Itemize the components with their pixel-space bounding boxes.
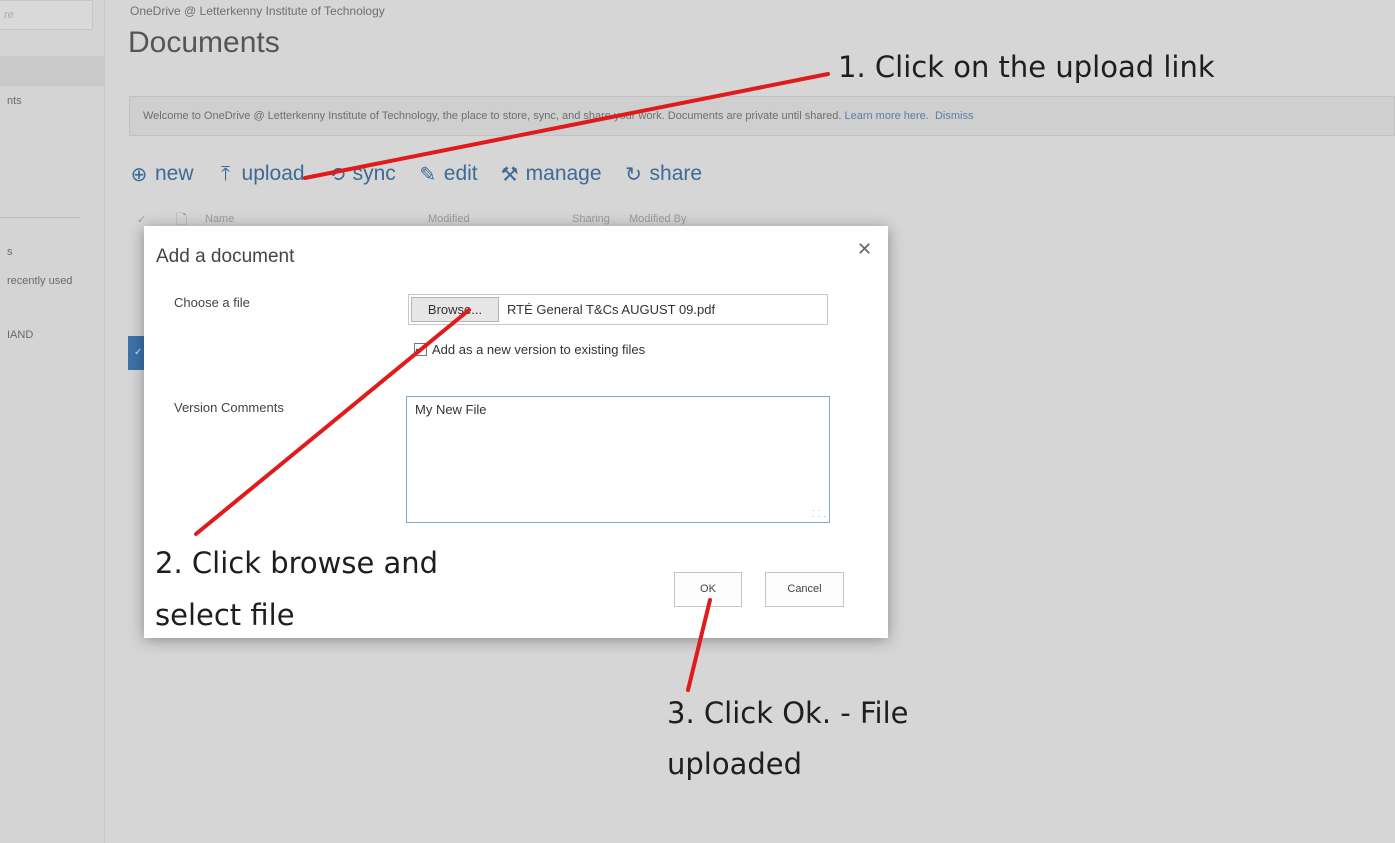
dialog-title: Add a document (156, 246, 295, 267)
sync-command[interactable]: ⟲ sync (327, 162, 396, 187)
close-icon[interactable]: ✕ (857, 239, 872, 260)
add-as-new-version-label[interactable]: Add as a new version to existing files (432, 342, 645, 357)
page-title: Documents (128, 26, 280, 59)
share-icon: ↻ (625, 163, 642, 186)
annotation-step-2-line-1: 2. Click browse and (155, 546, 439, 580)
cancel-button[interactable]: Cancel (765, 572, 844, 607)
sidebar-item-files[interactable]: s (7, 246, 13, 258)
version-comments-label: Version Comments (174, 400, 284, 415)
add-as-new-version-checkbox[interactable] (414, 343, 427, 356)
annotation-step-3-line-2: uploaded (667, 747, 803, 781)
welcome-text-row: Welcome to OneDrive @ Letterkenny Instit… (143, 110, 973, 122)
manage-command[interactable]: ⚒ manage (500, 162, 602, 187)
file-picker[interactable]: Browse... RTÉ General T&Cs AUGUST 09.pdf (408, 294, 828, 325)
annotation-step-3-line-1: 3. Click Ok. - File (667, 696, 909, 730)
sync-label: sync (352, 162, 396, 185)
column-modified-by[interactable]: Modified By (629, 213, 686, 225)
sidebar-search-box[interactable]: re (0, 0, 93, 30)
wrench-icon: ⚒ (500, 163, 519, 186)
upload-command[interactable]: ⤒ upload (216, 162, 305, 186)
sidebar-selected-item[interactable] (0, 56, 104, 86)
upload-arrow-icon: ⤒ (221, 162, 230, 185)
sidebar-item-iand[interactable]: IAND (7, 329, 33, 341)
selected-file-name: RTÉ General T&Cs AUGUST 09.pdf (507, 302, 716, 317)
sync-icon: ⟲ (328, 163, 345, 186)
sidebar-search-placeholder: re (4, 9, 14, 21)
new-label: new (155, 162, 194, 185)
share-label: share (649, 162, 703, 185)
column-sharing[interactable]: Sharing (572, 213, 610, 225)
choose-file-label: Choose a file (174, 295, 250, 310)
sidebar-item-recently-used[interactable]: recently used (7, 275, 72, 287)
dismiss-link[interactable]: Dismiss (935, 110, 974, 122)
chevron-icon: ✓ (134, 347, 143, 358)
add-version-row: Add as a new version to existing files (414, 342, 645, 357)
learn-more-link[interactable]: Learn more here. (844, 110, 928, 122)
site-name[interactable]: OneDrive @ Letterkenny Institute of Tech… (130, 4, 385, 18)
welcome-message: Welcome to OneDrive @ Letterkenny Instit… (143, 110, 842, 122)
share-command[interactable]: ↻ share (624, 162, 703, 187)
annotation-step-1: 1. Click on the upload link (838, 50, 1215, 84)
pencil-icon: ✎ (419, 163, 437, 186)
column-modified[interactable]: Modified (428, 213, 470, 225)
annotation-step-2-line-2: select file (155, 598, 295, 632)
command-bar: ⊕ new ⤒ upload ⟲ sync ✎ edit ⚒ manage ↻ … (129, 160, 702, 188)
ok-button[interactable]: OK (674, 572, 742, 607)
version-comments-value: My New File (415, 402, 487, 417)
edit-command[interactable]: ✎ edit (418, 162, 478, 187)
manage-label: manage (525, 162, 602, 185)
sidebar-divider (0, 217, 80, 218)
column-name[interactable]: Name (205, 213, 234, 225)
upload-label: upload (241, 162, 305, 185)
plus-circle-icon: ⊕ (130, 163, 148, 186)
sidebar-item-documents[interactable]: nts (7, 95, 22, 107)
left-sidebar: re nts s recently used IAND (0, 0, 105, 843)
version-comments-textarea[interactable]: My New File · · · · · (406, 396, 830, 523)
new-command[interactable]: ⊕ new (129, 162, 194, 187)
resize-grip-icon[interactable]: · · · · · (812, 506, 826, 521)
welcome-banner: Welcome to OneDrive @ Letterkenny Instit… (129, 96, 1395, 136)
edit-label: edit (443, 162, 478, 185)
browse-button[interactable]: Browse... (411, 297, 499, 322)
select-all-check-icon[interactable]: ✓ (137, 213, 146, 226)
